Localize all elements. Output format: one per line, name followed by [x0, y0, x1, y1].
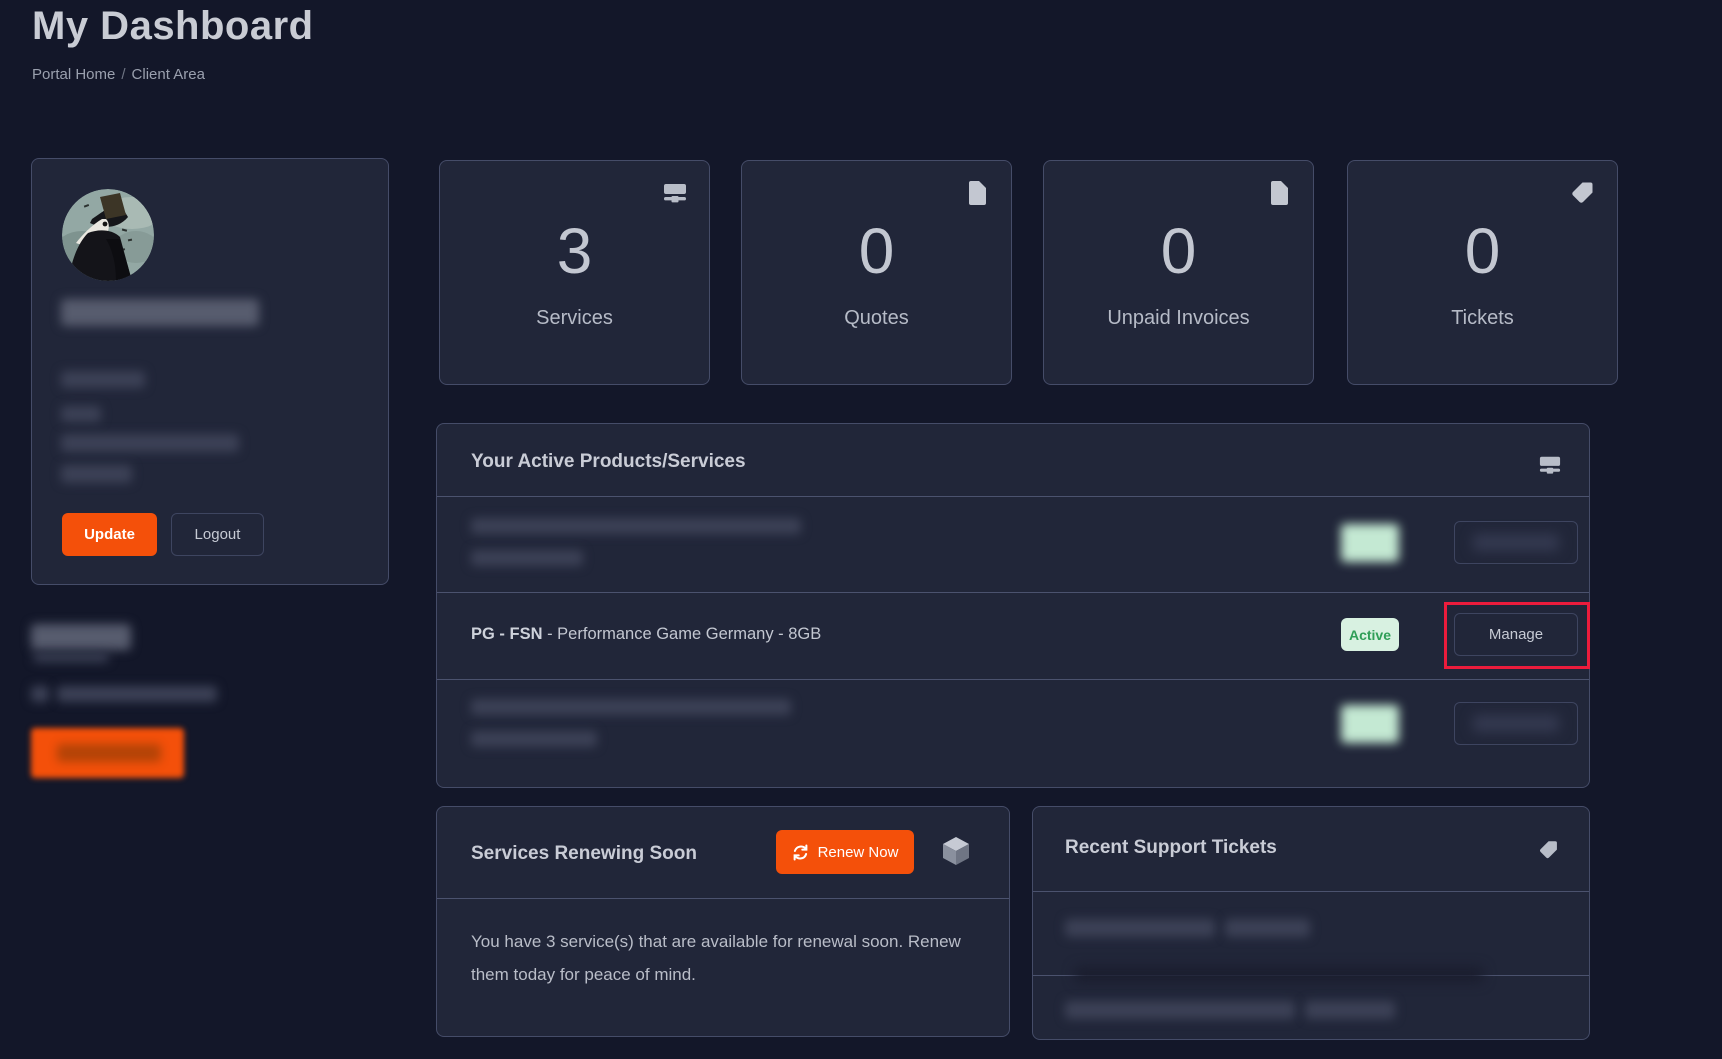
tag-icon [1571, 181, 1595, 205]
stat-label: Unpaid Invoices [1044, 307, 1313, 330]
stat-value: 0 [742, 205, 1011, 297]
redacted-manage-button[interactable] [1454, 521, 1578, 564]
redacted-address-line [61, 434, 239, 452]
redacted-address-line [61, 406, 101, 422]
divider [437, 898, 1009, 899]
redacted-address-line [61, 371, 145, 388]
redacted-service-name [471, 550, 583, 566]
stat-card-services[interactable]: 3 Services [439, 160, 710, 385]
status-badge: Active [1341, 618, 1399, 651]
stat-value: 0 [1348, 205, 1617, 297]
active-products-panel: Your Active Products/Services PG - FSN -… [436, 423, 1590, 788]
file-icon [965, 181, 989, 205]
hdd-icon [663, 181, 687, 205]
redacted-contacts-heading [31, 624, 131, 650]
redacted-ticket-title [1065, 919, 1215, 937]
stat-card-quotes[interactable]: 0 Quotes [741, 160, 1012, 385]
breadcrumb-separator: / [115, 66, 131, 83]
redacted-ticket-title [1305, 1001, 1395, 1019]
stat-value: 0 [1044, 205, 1313, 297]
ticket-row-redacted[interactable] [1033, 975, 1589, 1059]
cube-icon [939, 834, 973, 868]
manage-button[interactable]: Manage [1454, 613, 1578, 656]
logout-button[interactable]: Logout [171, 513, 264, 556]
renew-now-button[interactable]: Renew Now [776, 830, 914, 874]
redacted-client-name [61, 299, 259, 326]
renewing-soon-panel: Services Renewing Soon Renew Now You hav… [436, 806, 1010, 1037]
renewal-message: You have 3 service(s) that are available… [471, 925, 993, 991]
redacted-status-badge [1341, 524, 1399, 562]
panel-title: Services Renewing Soon [471, 843, 697, 865]
breadcrumb: Portal Home/Client Area [32, 66, 205, 83]
stat-label: Tickets [1348, 307, 1617, 330]
redacted-service-name [471, 518, 801, 534]
panel-title: Recent Support Tickets [1065, 837, 1277, 859]
refresh-icon [792, 844, 809, 861]
redacted-service-name [471, 699, 791, 715]
redacted-address-line [61, 465, 132, 483]
tag-icon [1539, 840, 1559, 860]
redacted-new-contact-button[interactable] [31, 728, 184, 778]
redacted-button-label [57, 744, 161, 762]
redacted-contact-line [31, 686, 49, 702]
update-button[interactable]: Update [62, 513, 157, 556]
stat-card-unpaid-invoices[interactable]: 0 Unpaid Invoices [1043, 160, 1314, 385]
divider [437, 679, 1589, 680]
divider [437, 496, 1589, 497]
stat-label: Quotes [742, 307, 1011, 330]
redacted-manage-button[interactable] [1454, 702, 1578, 745]
stat-card-tickets[interactable]: 0 Tickets [1347, 160, 1618, 385]
redacted-contact-line [57, 686, 217, 702]
divider [437, 592, 1589, 593]
avatar [62, 189, 154, 281]
stat-label: Services [440, 307, 709, 330]
profile-card: Update Logout [31, 158, 389, 585]
renew-now-label: Renew Now [818, 844, 899, 861]
redacted-ticket-title [1065, 1001, 1295, 1019]
breadcrumb-portal-home[interactable]: Portal Home [32, 66, 115, 83]
redacted-contacts-subline [33, 653, 109, 662]
redacted-service-name [471, 731, 597, 747]
redacted-status-badge [1341, 705, 1399, 743]
breadcrumb-client-area[interactable]: Client Area [132, 66, 205, 83]
recent-tickets-panel: Recent Support Tickets [1032, 806, 1590, 1040]
page-title: My Dashboard [32, 4, 314, 49]
hdd-icon [1539, 454, 1561, 476]
stat-value: 3 [440, 205, 709, 297]
file-icon [1267, 181, 1291, 205]
redacted-ticket-title [1225, 919, 1310, 937]
ticket-row-redacted[interactable] [1033, 891, 1589, 975]
panel-title: Your Active Products/Services [471, 451, 746, 473]
service-name: PG - FSN - Performance Game Germany - 8G… [471, 625, 821, 644]
